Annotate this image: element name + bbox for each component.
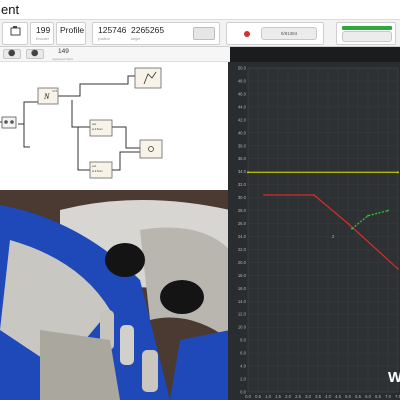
count-caption: Encoder [36, 37, 50, 41]
record-icon[interactable] [244, 31, 250, 37]
x-tick-label: 5.5 [355, 394, 361, 399]
y-tick-label: 48.0 [238, 78, 247, 83]
x-tick-label: 6.0 [365, 394, 371, 399]
data-point [397, 171, 399, 174]
position-b: 2265265 [131, 25, 165, 35]
x-tick-label: 3.0 [305, 394, 311, 399]
x-tick-label: 1.0 [265, 394, 271, 399]
block-diagram: N =0.5 out te 4.5mm out te 4.5mm [0, 62, 230, 190]
data-point [347, 222, 349, 225]
camera-image [0, 190, 230, 400]
camera-view [0, 190, 230, 400]
y-tick-label: 16.0 [238, 286, 247, 291]
x-tick-label: 2.5 [295, 394, 301, 399]
secondary-toolbar: ⚫ ⚫ 149 registered block [0, 47, 230, 62]
y-tick-label: 34.0 [238, 169, 247, 174]
y-tick-label: 8.0 [240, 338, 246, 343]
registered-count: 149 [58, 48, 69, 55]
record-card: 0/81384 [226, 22, 324, 45]
x-tick-label: 0.0 [245, 394, 251, 399]
data-point [397, 267, 399, 270]
output-block-2[interactable]: out te 4.5mm [89, 161, 113, 179]
data-point [313, 194, 315, 196]
count-card[interactable]: 199 Encoder [30, 22, 54, 45]
output-block-1[interactable]: out te 4.5mm [89, 119, 113, 137]
x-tick-label: 5.0 [345, 394, 351, 399]
x-tick-label: 4.5 [335, 394, 341, 399]
position-b-caption: target [131, 37, 140, 41]
user-add-icon[interactable]: ⚫ [3, 49, 21, 59]
watermark-text: W [388, 369, 400, 386]
x-tick-label: 7.0 [385, 394, 391, 399]
sum-block[interactable] [139, 139, 163, 159]
camera-icon [10, 26, 21, 36]
toggle-button[interactable] [193, 27, 215, 40]
data-point [387, 209, 389, 212]
x-tick-label: 3.5 [315, 394, 321, 399]
scope-block[interactable] [134, 67, 162, 89]
y-tick-label: 40.0 [238, 130, 247, 135]
x-tick-label: 1.5 [275, 394, 281, 399]
user-remove-icon[interactable]: ⚫ [26, 49, 44, 59]
data-point [351, 227, 353, 230]
chart-panel: 0.0 2.0 4.0 6.0 8.0 10.0 12.0 14.0 16.0 18.0 20.0 2… [228, 62, 400, 400]
gain-block[interactable]: N =0.5 [37, 87, 59, 105]
x-tick-label: 4.0 [325, 394, 331, 399]
app-window: ent 199 Encoder Profile 125746 position … [0, 0, 400, 400]
position-a-caption: position [98, 37, 111, 41]
y-tick-label: 22.0 [238, 247, 247, 252]
plot-area [247, 67, 399, 393]
y-tick-label: 42.0 [238, 117, 247, 122]
y-tick-label: 6.0 [240, 351, 246, 356]
svg-text:=0.5: =0.5 [52, 89, 58, 93]
status-pill: 0/81384 [261, 27, 317, 40]
window-title: ent [1, 2, 20, 17]
y-tick-label: 18.0 [238, 273, 247, 278]
y-tick-label: 12.0 [238, 312, 247, 317]
y-tick-label: 32.0 [238, 182, 247, 187]
svg-text:out: out [92, 164, 96, 168]
y-tick-label: 14.0 [238, 299, 247, 304]
x-tick-label: 6.5 [375, 394, 381, 399]
svg-text:te 4.5mm: te 4.5mm [92, 127, 103, 131]
progress-box [342, 31, 392, 42]
svg-text:out: out [92, 122, 96, 126]
data-point [247, 171, 249, 174]
y-tick-label: 30.0 [238, 195, 247, 200]
count-value: 199 [36, 25, 51, 35]
y-tick-label: 44.0 [238, 104, 247, 109]
registered-caption: registered block [52, 57, 74, 61]
y-tick-label: 38.0 [238, 143, 247, 148]
y-tick-label: 26.0 [238, 221, 247, 226]
y-tick-label: 4.0 [240, 364, 246, 369]
data-point [263, 194, 265, 196]
position-card: 125746 position 2265265 target [92, 22, 220, 45]
x-tick-label: 0.5 [255, 394, 261, 399]
y-tick-label: 2.0 [240, 377, 246, 382]
y-tick-label: 50.0 [238, 66, 247, 71]
y-tick-label: 36.0 [238, 156, 247, 161]
camera-card[interactable] [2, 22, 28, 45]
data-point [367, 214, 369, 217]
profile-label: Profile [60, 25, 85, 35]
y-tick-label: 20.0 [238, 260, 247, 265]
x-tick-label: 7.5 [395, 394, 400, 399]
input-block[interactable] [1, 116, 17, 129]
progress-card [336, 22, 396, 45]
progress-bar [342, 26, 392, 30]
line-chart: 0.0 2.0 4.0 6.0 8.0 10.0 12.0 14.0 16.0 18.0 20.0 2… [238, 66, 400, 400]
title-bar: ent [0, 0, 400, 20]
position-a: 125746 [98, 25, 127, 35]
y-tick-label: 10.0 [238, 325, 247, 330]
x-tick-label: 2.0 [285, 394, 291, 399]
y-tick-label: 28.0 [238, 208, 247, 213]
main-toolbar: 199 Encoder Profile 125746 position 2265… [0, 20, 400, 47]
y-tick-label: 46.0 [238, 91, 247, 96]
svg-text:N: N [43, 92, 50, 101]
svg-text:te 4.5mm: te 4.5mm [92, 169, 103, 173]
y-tick-label: 24.0 [238, 234, 247, 239]
profile-card[interactable]: Profile [56, 22, 86, 45]
